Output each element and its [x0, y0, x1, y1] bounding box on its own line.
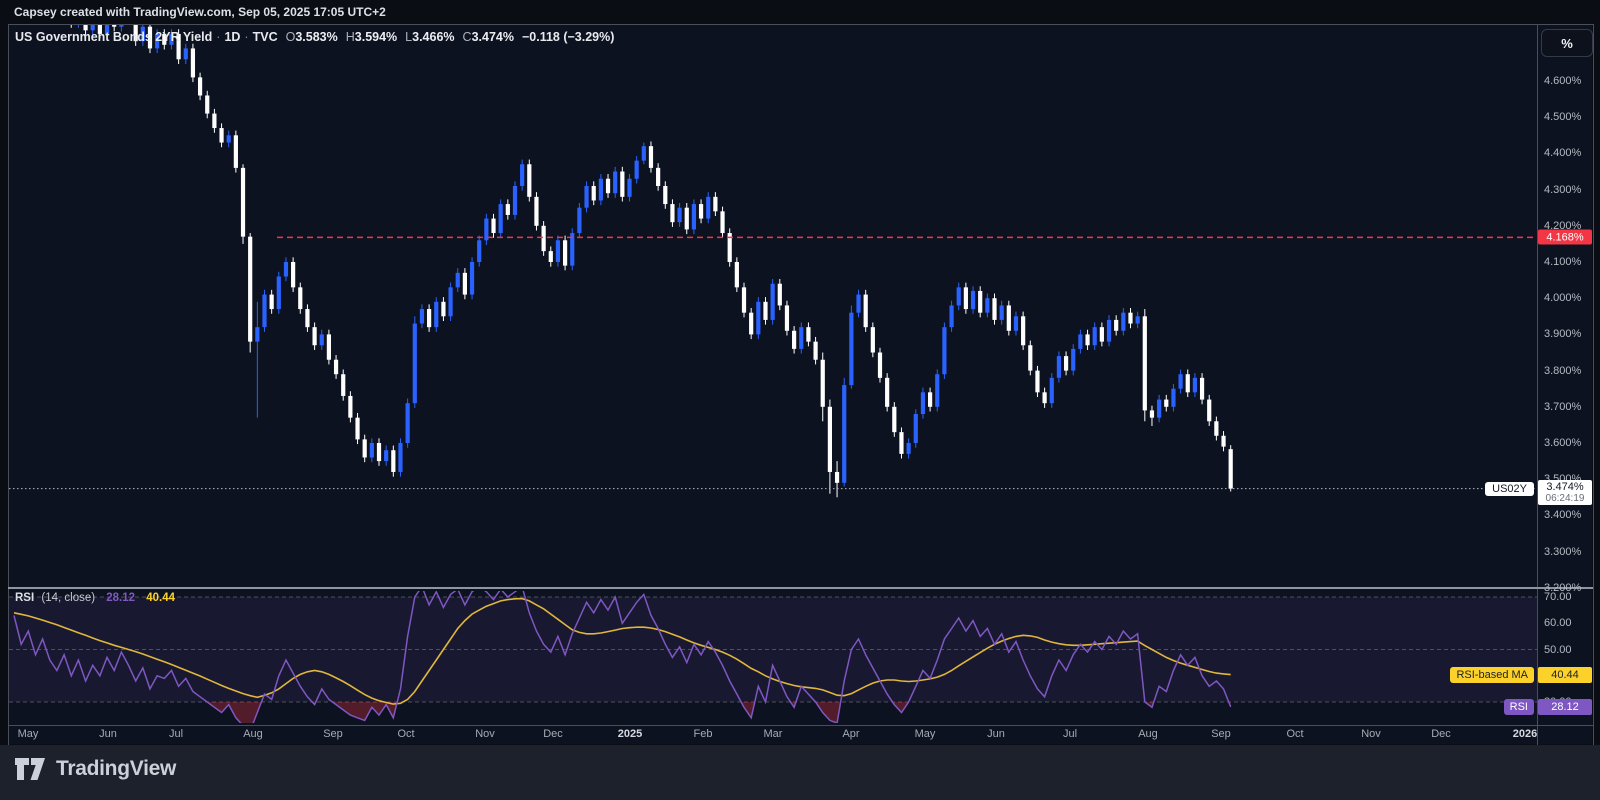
close-letter: C: [462, 30, 472, 44]
time-label: 2025: [617, 728, 643, 740]
time-label: May: [17, 728, 39, 740]
time-label: Feb: [693, 728, 713, 740]
price-tick: 4.600%: [1544, 75, 1582, 87]
rsi-line-label: RSI: [1503, 698, 1534, 715]
percent-unit-button[interactable]: %: [1541, 29, 1593, 57]
pane-separator[interactable]: [8, 587, 1593, 589]
price-tick: 3.700%: [1544, 400, 1582, 413]
open-letter: O: [285, 30, 296, 44]
footer-bar: [0, 745, 1600, 800]
price-tick: 3.900%: [1544, 328, 1582, 341]
rsi-indicator-title[interactable]: RSI: [15, 592, 34, 604]
time-label: Jul: [1062, 728, 1078, 740]
rsi-tick: 60.00: [1544, 617, 1572, 630]
close-value: 3.474%: [471, 30, 514, 44]
low-value: 3.466%: [412, 30, 455, 44]
rsi-axis-value: 28.12: [1538, 698, 1592, 715]
chart-canvas[interactable]: [0, 0, 1600, 800]
exchange-label: TVC: [252, 30, 278, 44]
separator-dot: ·: [216, 30, 221, 44]
time-label: May: [914, 728, 936, 740]
high-value: 3.594%: [354, 30, 398, 44]
rsi-ma-axis-value: 40.44: [1538, 666, 1592, 683]
bar-countdown: 06:24:19: [1545, 492, 1585, 504]
open-value: 3.583%: [295, 30, 338, 44]
price-tick: 4.300%: [1544, 183, 1582, 196]
rsi-ma-line-label: RSI-based MA: [1450, 666, 1534, 683]
time-label: Oct: [1286, 728, 1304, 740]
symbol-price-badge: US02Y: [1485, 481, 1534, 496]
time-label: Dec: [543, 728, 563, 740]
watermark-text: Capsey created with TradingView.com, Sep…: [14, 5, 386, 19]
time-label: Aug: [243, 728, 263, 740]
price-axis[interactable]: [1537, 24, 1594, 745]
change-value: −0.118 (−3.29%): [521, 30, 615, 44]
time-label: Oct: [397, 728, 415, 740]
time-label: Aug: [1138, 728, 1158, 740]
rsi-params: (14, close): [41, 592, 96, 604]
time-label: Apr: [842, 728, 860, 740]
rsi-ma-current-value: 40.44: [146, 592, 176, 604]
time-label: Jun: [99, 728, 117, 740]
symbol-title[interactable]: US Government Bonds 2YR Yield: [15, 30, 212, 44]
time-label: Dec: [1431, 728, 1451, 740]
time-label: Sep: [323, 728, 343, 740]
time-label: Sep: [1211, 728, 1231, 740]
price-tick: 4.000%: [1544, 292, 1582, 305]
high-letter: H: [345, 30, 355, 44]
price-tick: 4.500%: [1544, 111, 1582, 124]
last-price-value: 3.474%: [1546, 480, 1584, 493]
price-tick: 3.600%: [1544, 437, 1582, 449]
price-tick: 3.300%: [1544, 545, 1582, 558]
time-label: Jul: [168, 728, 184, 740]
rsi-legend[interactable]: RSI (14, close) 28.12 40.44: [15, 592, 175, 604]
tradingview-snapshot: Capsey created with TradingView.com, Sep…: [0, 0, 1600, 800]
separator-dot: ·: [244, 30, 249, 44]
rsi-current-value: 28.12: [106, 592, 136, 604]
time-label: Mar: [763, 728, 783, 740]
tradingview-logo-text: TradingView: [56, 757, 177, 780]
time-label: 2026: [1512, 728, 1538, 740]
price-tick: 4.100%: [1544, 256, 1582, 268]
last-price-label: 3.474% 06:24:19: [1538, 479, 1592, 505]
rsi-tick: 70.00: [1544, 591, 1572, 603]
price-tick: 4.400%: [1544, 147, 1582, 160]
time-label: Nov: [1361, 728, 1381, 740]
tradingview-logo-icon: [15, 758, 45, 780]
price-tick: 3.400%: [1544, 509, 1582, 522]
time-label: Nov: [475, 728, 495, 740]
alert-price-label[interactable]: 4.168%: [1538, 229, 1592, 245]
interval-label[interactable]: 1D: [224, 30, 240, 44]
tradingview-logo[interactable]: TradingView: [14, 757, 176, 781]
symbol-header[interactable]: US Government Bonds 2YR Yield · 1D · TVC O3.5…: [15, 30, 614, 44]
time-label: Jun: [987, 728, 1005, 740]
rsi-tick: 50.00: [1544, 643, 1572, 656]
price-tick: 3.800%: [1544, 364, 1582, 377]
